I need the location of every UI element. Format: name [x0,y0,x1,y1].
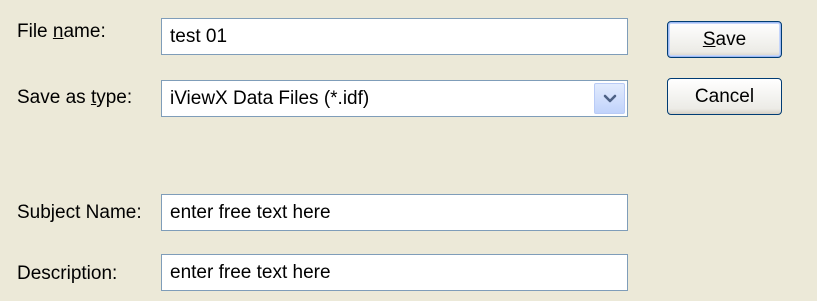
file-name-label-part: File [17,21,53,42]
description-label: Description: [17,263,118,284]
save-button-accesskey: S [702,29,716,50]
file-name-value: test 01 [170,26,228,47]
file-name-label: File name: [17,20,106,44]
cancel-button-label: Cancel [694,86,755,107]
subject-name-input[interactable]: enter free text here [161,194,628,231]
file-name-label-accesskey: n [52,21,64,42]
save-as-type-label-part: Save as [17,87,91,108]
subject-name-value: enter free text here [170,202,331,223]
save-button[interactable]: Save [667,21,782,58]
save-as-type-label-part: ype: [96,87,133,108]
chevron-down-icon [603,94,616,102]
save-as-type-selected-value: iViewX Data Files (*.idf) [170,88,370,109]
dropdown-button[interactable] [594,83,625,114]
save-as-type-label: Save as type: [17,86,132,110]
file-name-label-part: ame: [63,21,106,42]
save-as-type-select[interactable]: iViewX Data Files (*.idf) [161,80,628,117]
file-name-input[interactable]: test 01 [161,18,628,55]
description-value: enter free text here [170,262,331,283]
cancel-button[interactable]: Cancel [667,78,782,115]
description-input[interactable]: enter free text here [161,254,628,291]
save-button-label: ave [715,29,747,50]
subject-name-label: Subject Name: [17,202,142,223]
